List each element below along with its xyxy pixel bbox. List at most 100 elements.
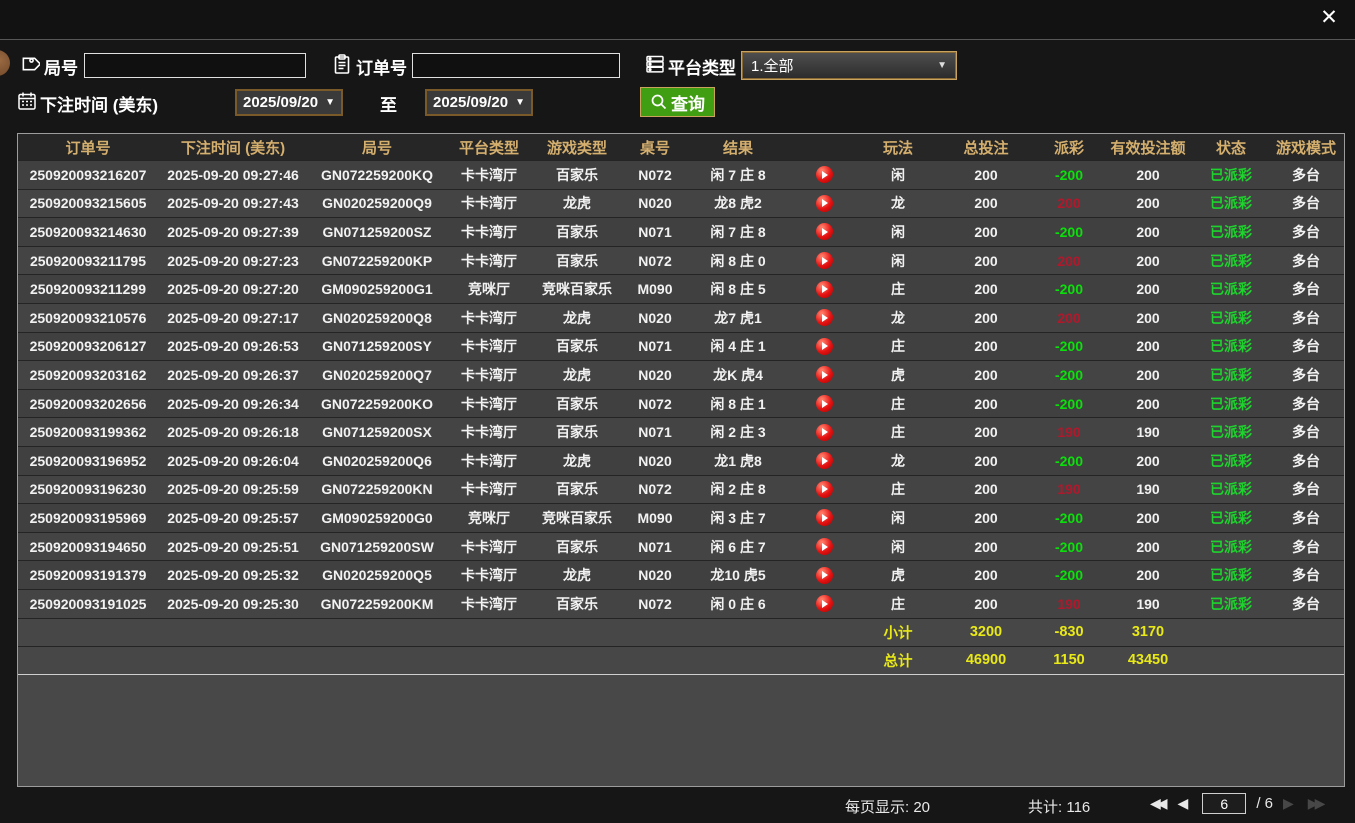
col-header-round-id: 局号 (308, 137, 446, 158)
cell-bet-time: 2025-09-20 09:27:23 (158, 253, 308, 269)
cell-round-id: GN020259200Q9 (308, 195, 446, 211)
play-icon[interactable] (816, 281, 833, 298)
play-icon[interactable] (816, 366, 833, 383)
cell-result: 龙8 虎2 (688, 193, 788, 213)
date-to-picker[interactable]: 2025/09/20 ▼ (425, 89, 533, 116)
platform-filter-label: 平台类型 (668, 54, 736, 79)
play-icon[interactable] (816, 252, 833, 269)
play-icon[interactable] (816, 538, 833, 555)
cell-game-type: 百家乐 (532, 165, 622, 185)
cell-payout: -200 (1036, 224, 1102, 240)
cell-round-id: GM090259200G1 (308, 281, 446, 297)
round-input[interactable] (84, 53, 306, 78)
cell-table-no: N020 (622, 367, 688, 383)
last-page-icon[interactable]: ▶▶ (1308, 795, 1326, 812)
play-icon[interactable] (816, 481, 833, 498)
orders-table: 订单号 下注时间 (美东) 局号 平台类型 游戏类型 桌号 结果 玩法 总投注 … (17, 133, 1345, 787)
play-icon[interactable] (816, 395, 833, 412)
cell-result: 闲 4 庄 1 (688, 336, 788, 356)
subtotal-label: 小计 (860, 622, 936, 643)
close-icon[interactable]: ✕ (1315, 4, 1343, 32)
cell-result: 闲 2 庄 8 (688, 479, 788, 499)
cell-platform: 卡卡湾厅 (446, 422, 532, 442)
cell-bet-time: 2025-09-20 09:26:04 (158, 453, 308, 469)
cell-play-type: 庄 (860, 279, 936, 299)
page-number-input[interactable] (1202, 793, 1246, 814)
cell-game-type: 龙虎 (532, 451, 622, 471)
cell-play-type: 闲 (860, 165, 936, 185)
col-header-result: 结果 (688, 137, 788, 158)
table-row: 250920093216207 2025-09-20 09:27:46 GN07… (18, 160, 1344, 189)
cell-replay (788, 481, 860, 498)
subtotal-row: 小计 3200 -830 3170 (18, 618, 1344, 646)
first-page-icon[interactable]: ◀◀ (1150, 795, 1168, 812)
play-icon[interactable] (816, 595, 833, 612)
cell-result: 龙1 虎8 (688, 451, 788, 471)
play-icon[interactable] (816, 195, 833, 212)
cell-result: 闲 2 庄 3 (688, 422, 788, 442)
next-page-icon[interactable]: ▶ (1283, 795, 1298, 812)
col-header-bet-time: 下注时间 (美东) (158, 137, 308, 158)
cell-round-id: GN071259200SX (308, 424, 446, 440)
play-icon[interactable] (816, 166, 833, 183)
cell-replay (788, 195, 860, 212)
cell-total-bet: 200 (936, 310, 1036, 326)
platform-select[interactable]: 1.全部 ▼ (742, 52, 956, 79)
cell-round-id: GN072259200KN (308, 481, 446, 497)
cell-platform: 卡卡湾厅 (446, 594, 532, 614)
cell-play-type: 虎 (860, 565, 936, 585)
date-to-value: 2025/09/20 (433, 94, 508, 111)
cell-status: 已派彩 (1194, 222, 1268, 242)
cell-game-type: 竞咪百家乐 (532, 279, 622, 299)
cell-play-type: 庄 (860, 336, 936, 356)
prev-page-icon[interactable]: ◀ (1178, 795, 1193, 812)
play-icon[interactable] (816, 424, 833, 441)
cell-game-type: 龙虎 (532, 565, 622, 585)
cell-total-bet: 200 (936, 281, 1036, 297)
cell-order-id: 250920093196952 (18, 453, 158, 469)
play-icon[interactable] (816, 452, 833, 469)
tag-icon (18, 53, 40, 75)
search-button[interactable]: 查询 (640, 87, 715, 117)
play-icon[interactable] (816, 567, 833, 584)
cell-round-id: GN020259200Q6 (308, 453, 446, 469)
cell-replay (788, 538, 860, 555)
cell-order-id: 250920093191025 (18, 596, 158, 612)
col-header-game-type: 游戏类型 (532, 137, 622, 158)
play-icon[interactable] (816, 223, 833, 240)
cell-replay (788, 166, 860, 183)
cell-platform: 竞咪厅 (446, 279, 532, 299)
order-input[interactable] (412, 53, 620, 78)
col-header-platform: 平台类型 (446, 137, 532, 158)
cell-valid-bet: 190 (1102, 424, 1194, 440)
play-icon[interactable] (816, 309, 833, 326)
cell-total-bet: 200 (936, 510, 1036, 526)
date-from-picker[interactable]: 2025/09/20 ▼ (235, 89, 343, 116)
play-icon[interactable] (816, 509, 833, 526)
cell-mode: 多台 (1268, 165, 1344, 185)
cell-platform: 卡卡湾厅 (446, 451, 532, 471)
cell-status: 已派彩 (1194, 365, 1268, 385)
cell-valid-bet: 200 (1102, 510, 1194, 526)
table-row: 250920093215605 2025-09-20 09:27:43 GN02… (18, 189, 1344, 218)
cell-bet-time: 2025-09-20 09:25:30 (158, 596, 308, 612)
cell-play-type: 闲 (860, 222, 936, 242)
cell-play-type: 闲 (860, 508, 936, 528)
cell-total-bet: 200 (936, 396, 1036, 412)
cell-valid-bet: 200 (1102, 224, 1194, 240)
table-row: 250920093194650 2025-09-20 09:25:51 GN07… (18, 532, 1344, 561)
cell-table-no: N072 (622, 596, 688, 612)
play-icon[interactable] (816, 338, 833, 355)
table-empty-area (18, 674, 1344, 787)
cell-platform: 卡卡湾厅 (446, 537, 532, 557)
cell-total-bet: 200 (936, 367, 1036, 383)
col-header-play: 玩法 (860, 137, 936, 158)
cell-platform: 卡卡湾厅 (446, 394, 532, 414)
cell-play-type: 庄 (860, 422, 936, 442)
chevron-down-icon: ▼ (325, 97, 335, 108)
cell-valid-bet: 200 (1102, 167, 1194, 183)
col-header-order-id: 订单号 (18, 137, 158, 158)
cell-order-id: 250920093210576 (18, 310, 158, 326)
cell-table-no: N071 (622, 539, 688, 555)
cell-total-bet: 200 (936, 195, 1036, 211)
